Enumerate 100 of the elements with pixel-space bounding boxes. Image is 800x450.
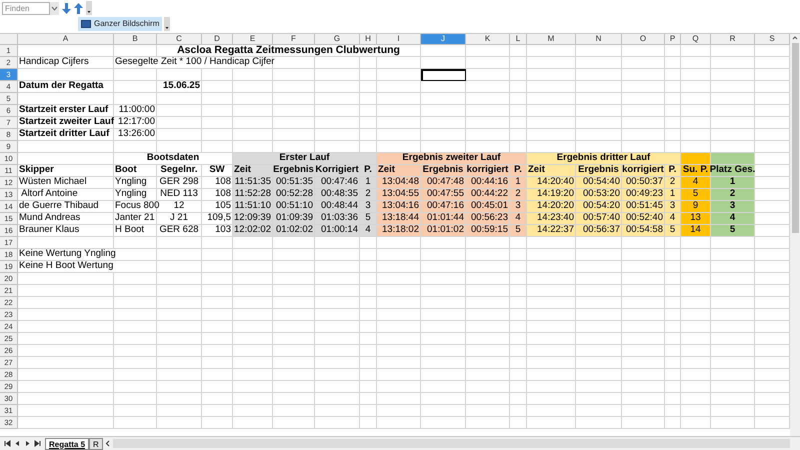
sheet-cell: 11:51:35 [233,177,273,189]
overflow-icon[interactable] [164,17,170,31]
sheet-cell: 11:00:00 [114,105,157,117]
column-header[interactable]: S [755,34,790,45]
sheet-cell: 13:18:02 [377,225,421,237]
sheet-cell: 1 [711,177,755,189]
fullscreen-button[interactable]: Ganzer Bildschirm [78,17,162,31]
sheet-cell: 00:49:23 [622,189,665,201]
scroll-up-icon [791,34,799,42]
sheet-cell: Ergebnis [421,165,466,177]
sheet-cell: 11:52:28 [233,189,273,201]
sheet-cell: 4 [510,213,527,225]
sheet-cell: 1 [665,189,681,201]
sheet-cell: 01:03:36 [315,213,360,225]
sheet-cell: 14:20:40 [527,177,576,189]
sheet-cell: 00:51:35 [273,177,315,189]
sheet-cell: 5 [711,225,755,237]
sheet-cell: 4 [711,213,755,225]
sheet-cell: J 21 [157,213,202,225]
column-header[interactable]: Q [681,34,711,45]
sheet-cell: Ergebnis [273,165,315,177]
find-field[interactable]: Finden [2,2,50,14]
sheet-cell: 00:54:20 [576,201,622,213]
prev-sheet-icon[interactable] [13,439,22,448]
column-header[interactable]: I [377,34,421,45]
sheet-cell: 11:51:10 [233,201,273,213]
column-header[interactable]: H [360,34,377,45]
sheet-cell: Handicap Cijfers [18,57,114,69]
sheet-cell: Wüsten Michael [18,177,114,189]
column-header[interactable]: N [576,34,622,45]
sheet-cell: Yngling [114,177,157,189]
sheet-cell: 14:19:20 [527,189,576,201]
sheet-cell: 3 [510,201,527,213]
sheet-cell: H Boot [114,225,157,237]
sheet-cell: de Guerre Thibaud [18,201,114,213]
sheet-cell: GER 628 [157,225,202,237]
sheet-cell: Startzeit zweiter Lauf [18,117,114,129]
sheet-cell: 00:48:35 [315,189,360,201]
column-header[interactable]: O [622,34,665,45]
first-sheet-icon[interactable] [3,439,12,448]
overflow-icon[interactable] [86,1,92,15]
column-header[interactable]: R [711,34,755,45]
sheet-cell: 00:47:55 [421,189,466,201]
sheet-cell: Ascloa Regatta Zeitmessungen Clubwertung [157,45,421,57]
column-header[interactable]: B [114,34,157,45]
sheet-cell: P. [665,165,681,177]
sheet-cell: 01:09:39 [273,213,315,225]
arrow-down-icon[interactable] [62,2,71,14]
scrollbar-thumb[interactable] [792,43,798,233]
sheet-cell: Erster Lauf [233,153,377,165]
sheet-cell: 00:45:01 [466,201,510,213]
sheet-cell: NED 113 [157,189,202,201]
sheet-cell: 12:17:00 [114,117,157,129]
sheet-cell: 14:23:40 [527,213,576,225]
column-header[interactable]: D [202,34,233,45]
sheet-cell: 13:18:44 [377,213,421,225]
sheet-cell: 00:48:44 [315,201,360,213]
sheet-cell: Yngling [114,189,157,201]
sheet-cell: 4 [360,225,377,237]
sheet-cell: 2 [360,189,377,201]
sheet-cell: Segelnr. [157,165,202,177]
sheet-cell: 2 [711,189,755,201]
sheet-cell: 13 [681,213,711,225]
sheet-cell: Janter 21 [114,213,157,225]
sheet-tab[interactable]: Regatta 5 [45,438,90,450]
sheet-cell: 00:50:37 [622,177,665,189]
column-header[interactable]: F [273,34,315,45]
column-header[interactable]: C [157,34,202,45]
sheet-cell: 00:56:37 [576,225,622,237]
next-sheet-icon[interactable] [23,439,32,448]
sheet-cell: 4 [681,177,711,189]
sheet-cell: 9 [681,201,711,213]
sheet-cell: Ergebnis dritter Lauf [527,153,681,165]
last-sheet-icon[interactable] [33,439,42,448]
sheet-cell: 2 [665,177,681,189]
sheet-cell: 00:59:15 [466,225,510,237]
vertical-scrollbar[interactable] [790,34,800,436]
sheet-cell: 3 [665,201,681,213]
sheet-cell: 00:56:23 [466,213,510,225]
column-header[interactable]: A [18,34,114,45]
column-header[interactable]: P [665,34,681,45]
select-all-corner[interactable] [0,34,18,45]
column-header[interactable]: E [233,34,273,45]
arrow-up-icon[interactable] [74,2,83,14]
column-header[interactable]: G [315,34,360,45]
scroll-left-icon[interactable] [104,439,112,448]
column-header[interactable]: L [510,34,527,45]
sheet-tab[interactable]: R [89,438,103,450]
sheet-cell: 00:54:40 [576,177,622,189]
sheet-cell: 00:53:20 [576,189,622,201]
column-header[interactable]: K [466,34,510,45]
sheet-cell: Brauner Klaus [18,225,114,237]
column-header[interactable]: M [527,34,576,45]
sheet-cell: 13:04:16 [377,201,421,213]
sheet-cell: Keine H Boot Wertung [18,261,157,273]
monitor-icon [81,20,91,28]
sheet-cell: Keine Wertung Yngling [18,249,157,261]
sheet-cell: 2 [510,189,527,201]
cell-cursor[interactable] [421,69,466,81]
sheet-cell: Boot [114,165,157,177]
